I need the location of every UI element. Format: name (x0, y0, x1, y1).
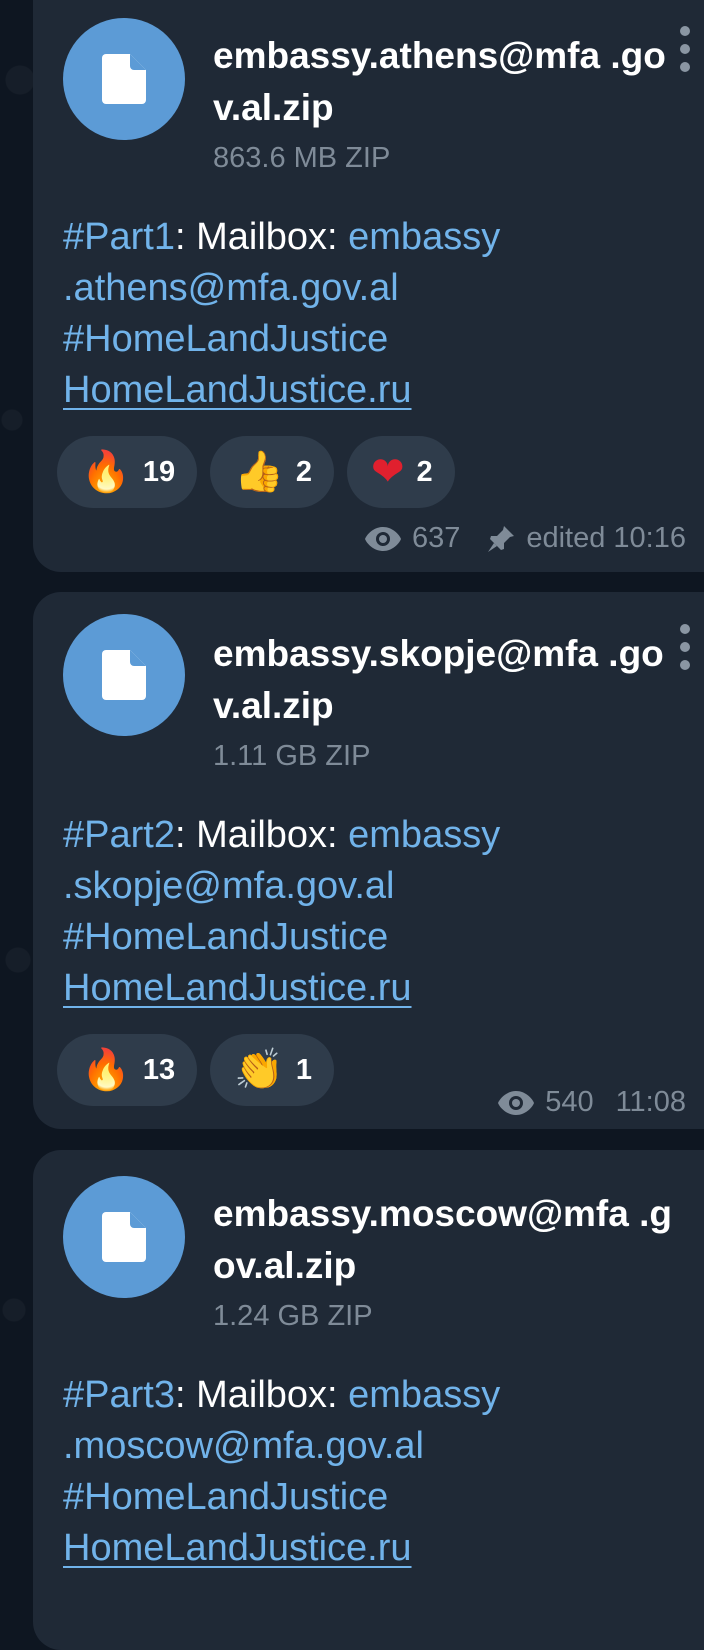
heart-emoji-icon: ❤ (371, 449, 405, 495)
view-count: 540 (545, 1086, 594, 1118)
file-name[interactable]: embassy.skopje@mfa .gov.al.zip (213, 628, 673, 732)
reaction-thumbs-up[interactable]: 👍 2 (210, 436, 335, 508)
reaction-count: 13 (142, 1053, 176, 1086)
more-vertical-icon[interactable] (678, 624, 692, 670)
homeland-hashtag[interactable]: #HomeLandJustice (63, 1476, 388, 1518)
view-count: 637 (411, 522, 461, 554)
file-size: 1.24 GB ZIP (213, 1300, 373, 1332)
message-meta: 637 edited 10:16 (364, 522, 686, 555)
reaction-count: 1 (295, 1053, 313, 1086)
reaction-fire[interactable]: 🔥 13 (57, 1034, 198, 1106)
homeland-hashtag[interactable]: #HomeLandJustice (63, 318, 388, 360)
eye-icon (364, 526, 401, 551)
more-vertical-icon[interactable] (678, 26, 692, 72)
message-caption: #Part1: Mailbox: embassy .athens@mfa.gov… (63, 212, 673, 416)
website-link[interactable]: HomeLandJustice.ru (63, 1527, 412, 1569)
pin-icon (488, 525, 515, 552)
message-timestamp: 11:08 (615, 1086, 686, 1118)
clapping-hands-emoji-icon: 👏 (234, 1047, 284, 1093)
file-download-button[interactable] (63, 18, 185, 140)
website-link[interactable]: HomeLandJustice.ru (63, 369, 412, 411)
thumbs-up-emoji-icon: 👍 (234, 449, 284, 495)
message-bubble[interactable]: embassy.moscow@mfa .gov.al.zip 1.24 GB Z… (33, 1150, 704, 1650)
website-link[interactable]: HomeLandJustice.ru (63, 967, 412, 1009)
reaction-count: 19 (142, 455, 176, 488)
reactions-row: 🔥 13 👏 1 (57, 1034, 335, 1106)
part-hashtag[interactable]: #Part3 (63, 1374, 175, 1416)
file-download-button[interactable] (63, 614, 185, 736)
part-hashtag[interactable]: #Part1 (63, 216, 175, 258)
file-icon (102, 1212, 146, 1262)
fire-emoji-icon: 🔥 (81, 449, 131, 495)
file-size: 863.6 MB ZIP (213, 142, 391, 174)
file-icon (102, 650, 146, 700)
file-name[interactable]: embassy.moscow@mfa .gov.al.zip (213, 1188, 673, 1292)
part-hashtag[interactable]: #Part2 (63, 814, 175, 856)
reaction-clap[interactable]: 👏 1 (210, 1034, 335, 1106)
edited-timestamp: edited 10:16 (526, 522, 686, 554)
reaction-count: 2 (295, 455, 313, 488)
file-name[interactable]: embassy.athens@mfa .gov.al.zip (213, 30, 673, 134)
caption-text: : Mailbox: (174, 1374, 349, 1416)
caption-text: : Mailbox: (174, 814, 349, 856)
eye-icon (498, 1090, 535, 1115)
reaction-heart[interactable]: ❤ 2 (347, 436, 455, 508)
fire-emoji-icon: 🔥 (81, 1047, 131, 1093)
reactions-row: 🔥 19 👍 2 ❤ 2 (57, 436, 455, 508)
caption-text: : Mailbox: (174, 216, 349, 258)
message-meta: 540 11:08 (497, 1086, 686, 1119)
message-bubble[interactable]: embassy.skopje@mfa .gov.al.zip 1.11 GB Z… (33, 592, 704, 1129)
message-caption: #Part3: Mailbox: embassy .moscow@mfa.gov… (63, 1370, 673, 1574)
file-icon (102, 54, 146, 104)
reaction-fire[interactable]: 🔥 19 (57, 436, 198, 508)
file-download-button[interactable] (63, 1176, 185, 1298)
message-caption: #Part2: Mailbox: embassy .skopje@mfa.gov… (63, 810, 673, 1014)
file-size: 1.11 GB ZIP (213, 740, 371, 772)
message-bubble[interactable]: embassy.athens@mfa .gov.al.zip 863.6 MB … (33, 0, 704, 572)
homeland-hashtag[interactable]: #HomeLandJustice (63, 916, 388, 958)
reaction-count: 2 (416, 455, 433, 488)
